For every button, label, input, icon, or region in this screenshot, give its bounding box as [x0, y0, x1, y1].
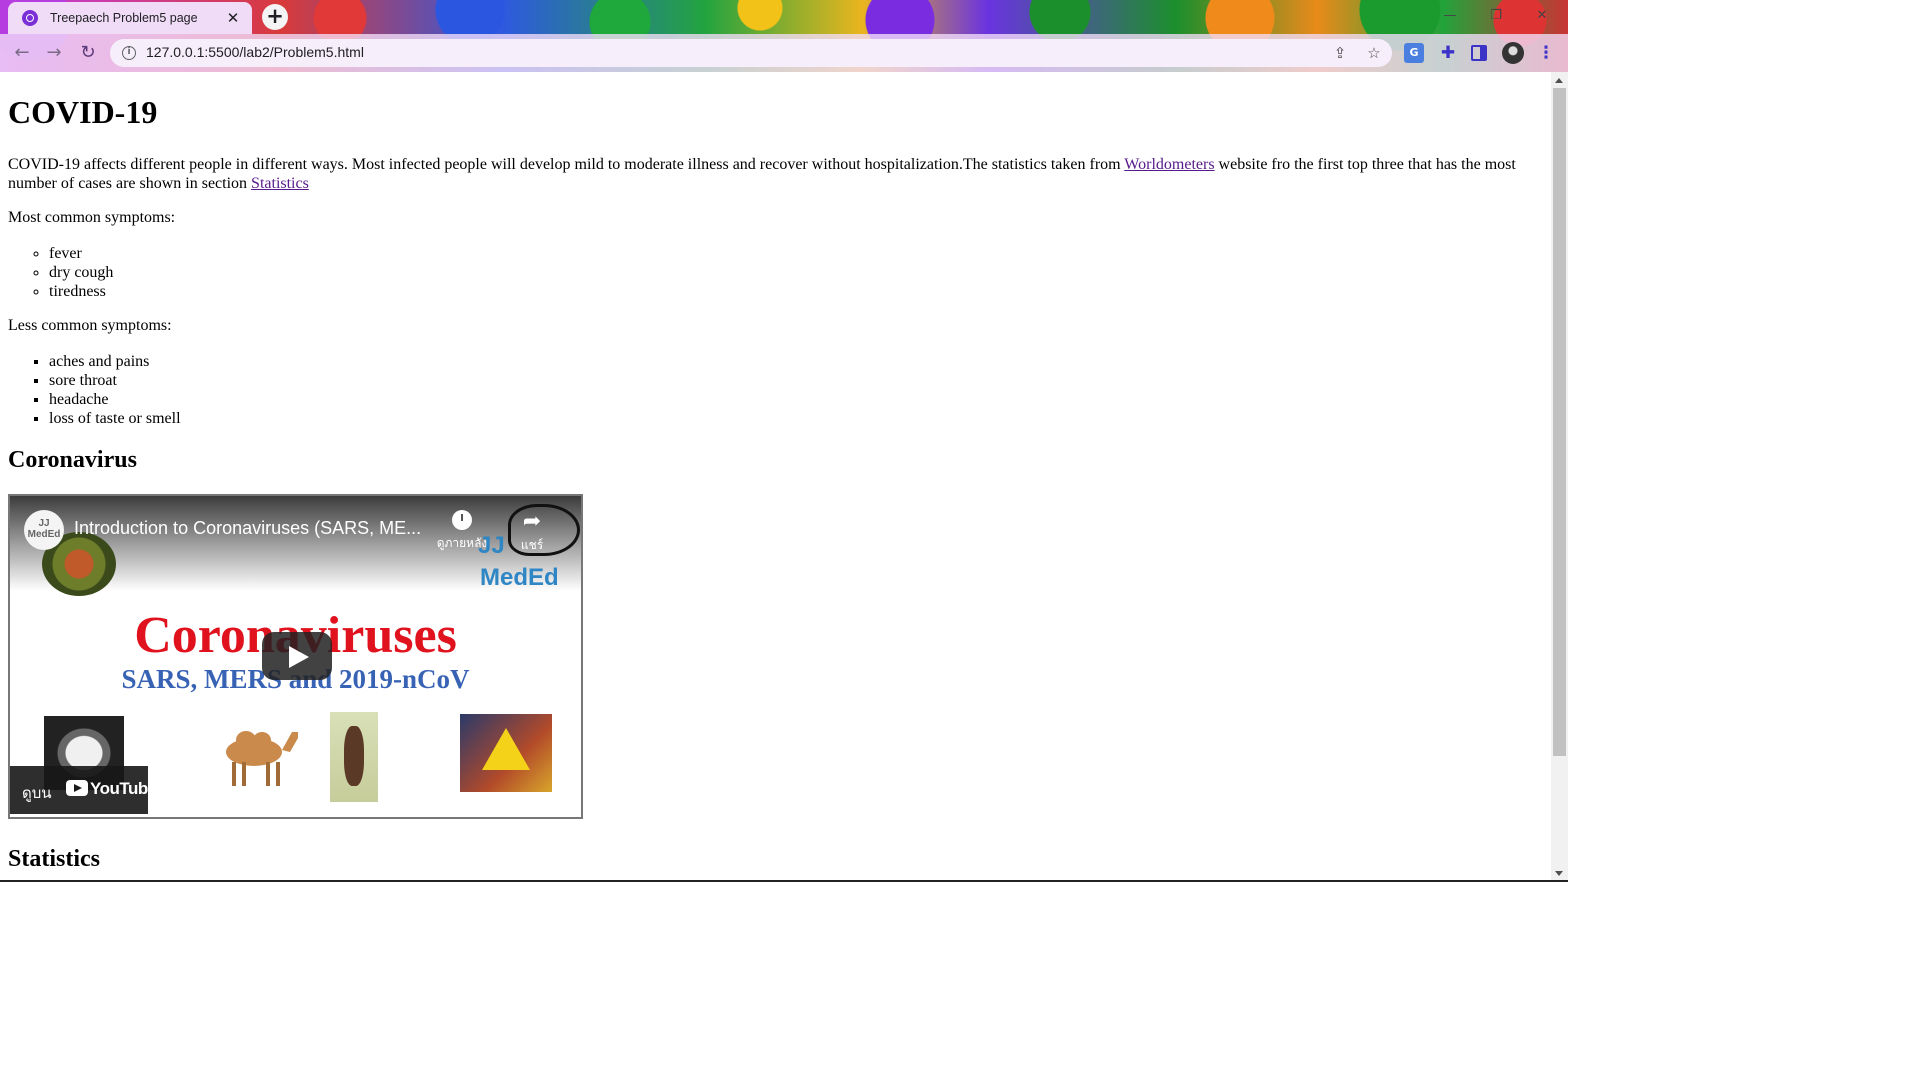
video-title[interactable]: Introduction to Coronaviruses (SARS, ME.…: [74, 518, 421, 539]
bat-image: [330, 712, 378, 802]
coronavirus-heading: Coronavirus: [8, 447, 137, 473]
url-text[interactable]: 127.0.0.1:5500/lab2/Problem5.html: [146, 44, 364, 60]
less-common-label: Less common symptoms:: [8, 317, 172, 334]
back-button[interactable]: ←: [8, 39, 36, 67]
vertical-scrollbar[interactable]: [1551, 72, 1568, 882]
browser-chrome: Treepaech Problem5 page ✕ + — ❐ ✕ ← → ↻ …: [0, 0, 1568, 72]
tab-close-icon[interactable]: ✕: [224, 9, 242, 27]
watch-on-youtube-button[interactable]: ดูบน YouTube: [10, 766, 157, 814]
page-title: COVID-19: [8, 94, 158, 130]
watch-on-label: ดูบน: [22, 785, 52, 802]
menu-icon[interactable]: ⋮: [1536, 43, 1556, 63]
tab-favicon-icon: [22, 10, 38, 26]
new-tab-button[interactable]: +: [262, 4, 288, 30]
minimize-button[interactable]: —: [1430, 4, 1470, 28]
share-button[interactable]: ➦ แชร์: [510, 510, 554, 555]
window-close-button[interactable]: ✕: [1522, 4, 1562, 28]
worldometers-link[interactable]: Worldometers: [1124, 156, 1214, 173]
logo-meded: MedEd: [480, 564, 559, 591]
scroll-up-arrow-icon[interactable]: [1555, 78, 1563, 83]
bookmark-star-icon[interactable]: ☆: [1364, 43, 1384, 63]
profile-avatar[interactable]: [1502, 42, 1524, 64]
restore-button[interactable]: ❐: [1476, 4, 1516, 28]
biohazard-image: [460, 714, 552, 792]
most-common-label: Most common symptoms:: [8, 209, 176, 226]
list-item: headache: [49, 390, 181, 409]
page-content: COVID-19 COVID-19 affects different peop…: [0, 72, 1551, 882]
youtube-embed[interactable]: Coronaviruses SARS, MERS and 2019-nCoV J…: [8, 494, 583, 819]
intro-paragraph: COVID-19 affects different people in dif…: [8, 155, 1538, 193]
statistics-link[interactable]: Statistics: [251, 175, 309, 192]
reload-button[interactable]: ↻: [74, 39, 102, 67]
list-item: tiredness: [49, 282, 113, 301]
youtube-wordmark: YouTube: [90, 779, 157, 798]
tab-title: Treepaech Problem5 page: [50, 11, 198, 25]
browser-toolbar: ← → ↻ i 127.0.0.1:5500/lab2/Problem5.htm…: [0, 34, 1568, 72]
site-info-icon[interactable]: i: [122, 46, 136, 60]
scrollbar-thumb[interactable]: [1553, 88, 1566, 756]
less-common-list: aches and pains sore throat headache los…: [8, 352, 181, 428]
scroll-down-arrow-icon[interactable]: [1555, 871, 1563, 876]
extensions-icon[interactable]: ✚: [1438, 43, 1458, 63]
youtube-play-icon: [66, 780, 88, 796]
side-panel-icon[interactable]: [1471, 45, 1487, 61]
list-item: fever: [49, 244, 113, 263]
logo-jj: JJ: [478, 532, 505, 559]
intro-text: COVID-19 affects different people in dif…: [8, 156, 1125, 173]
share-label: แชร์: [520, 538, 544, 552]
list-item: loss of taste or smell: [49, 409, 181, 428]
translate-icon[interactable]: G: [1404, 43, 1424, 63]
camel-image: [226, 731, 298, 786]
window-bottom-border: [0, 880, 1568, 882]
most-common-list: fever dry cough tiredness: [8, 244, 113, 301]
address-bar[interactable]: i 127.0.0.1:5500/lab2/Problem5.html ⇪ ☆: [110, 39, 1392, 67]
list-item: aches and pains: [49, 352, 181, 371]
channel-avatar[interactable]: JJ MedEd: [24, 510, 64, 550]
clock-icon: [452, 510, 472, 530]
forward-button[interactable]: →: [40, 39, 68, 67]
browser-tab[interactable]: Treepaech Problem5 page ✕: [8, 2, 252, 34]
statistics-heading: Statistics: [8, 846, 100, 872]
play-button[interactable]: [262, 632, 332, 680]
list-item: dry cough: [49, 263, 113, 282]
share-icon[interactable]: ⇪: [1330, 43, 1350, 63]
share-arrow-icon: ➦: [522, 508, 542, 533]
list-item: sore throat: [49, 371, 181, 390]
